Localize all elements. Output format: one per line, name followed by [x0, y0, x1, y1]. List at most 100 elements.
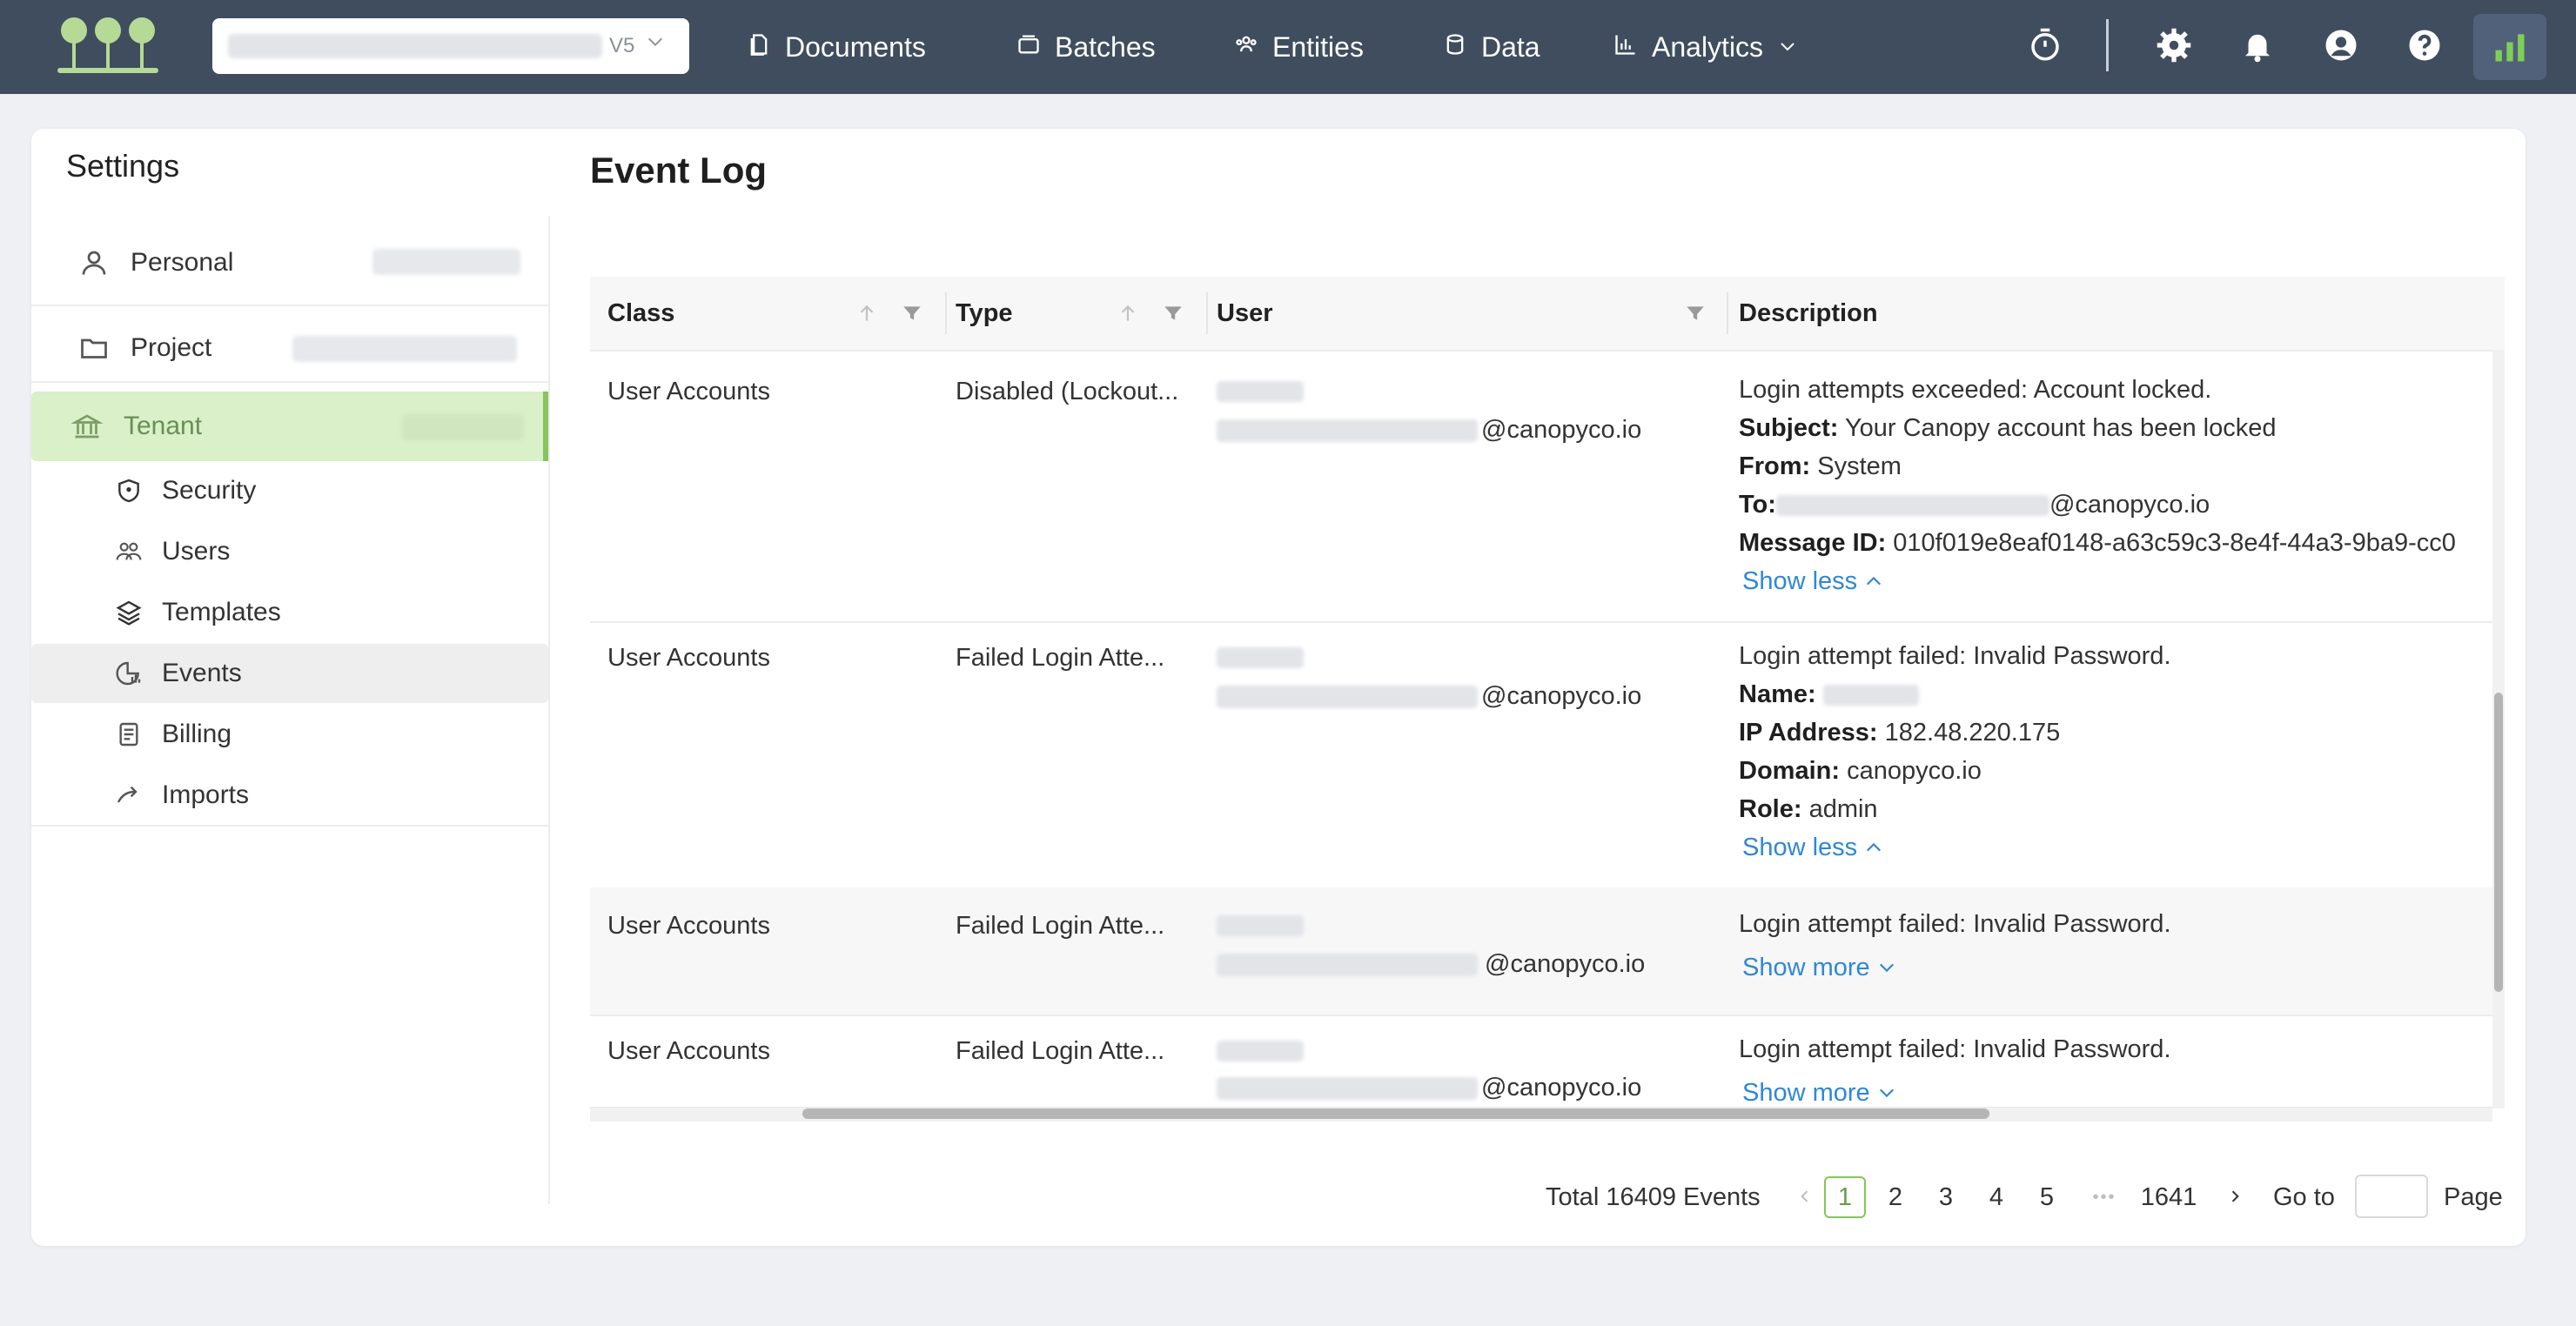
- column-header-user[interactable]: User: [1217, 277, 1273, 350]
- page-4-button[interactable]: 4: [1976, 1176, 2017, 1218]
- cell-description: Login attempts exceeded: Account locked.…: [1739, 371, 2456, 600]
- user-name-redacted: [1217, 381, 1304, 402]
- detail-from: From: System: [1739, 452, 1902, 480]
- table-row[interactable]: User Accounts Failed Login Atte... @cano…: [590, 621, 2492, 889]
- show-more-link[interactable]: Show more: [1739, 948, 2171, 987]
- detail-ip-address: IP Address: 182.48.220.175: [1739, 719, 2061, 747]
- divider: [31, 825, 548, 827]
- sort-icon[interactable]: [853, 299, 881, 327]
- layers-icon: [113, 597, 144, 628]
- sidebar-item-billing[interactable]: Billing: [31, 705, 548, 764]
- sidebar-item-label: Project: [131, 333, 212, 362]
- sidebar-item-label: Events: [162, 659, 242, 687]
- nav-batches-label: Batches: [1055, 30, 1156, 63]
- nav-data[interactable]: Data: [1443, 24, 1540, 70]
- cell-user-email: @canopyco.io: [1481, 416, 1642, 444]
- table-row[interactable]: User Accounts Failed Login Atte... @cano…: [590, 887, 2492, 1016]
- nav-documents[interactable]: Documents: [747, 24, 926, 70]
- cell-description: Login attempt failed: Invalid Password. …: [1739, 637, 2171, 867]
- stats-button[interactable]: [2473, 14, 2546, 80]
- cell-class: User Accounts: [607, 1037, 770, 1065]
- user-name-redacted: [1217, 915, 1304, 936]
- vertical-scrollbar-thumb[interactable]: [2494, 693, 2503, 992]
- user-email-redacted: [1217, 954, 1478, 976]
- sort-icon[interactable]: [1114, 299, 1142, 327]
- nav-batches[interactable]: Batches: [1016, 24, 1156, 70]
- redacted-value: [292, 336, 517, 362]
- column-header-type[interactable]: Type: [956, 277, 1013, 350]
- user-name-redacted: [1217, 1041, 1304, 1061]
- horizontal-scrollbar-thumb[interactable]: [802, 1108, 1989, 1119]
- shield-icon: [113, 475, 144, 506]
- sidebar-item-security[interactable]: Security: [31, 461, 548, 520]
- prev-page-button[interactable]: [1784, 1176, 1826, 1218]
- nav-entities-label: Entities: [1272, 30, 1364, 63]
- project-selector[interactable]: V5: [212, 18, 689, 74]
- chevron-down-icon: [1877, 954, 1896, 981]
- receipt-icon: [113, 719, 144, 750]
- user-email-redacted: [1217, 686, 1478, 708]
- sidebar-item-users[interactable]: Users: [31, 522, 548, 581]
- page-last-button[interactable]: 1641: [2141, 1176, 2197, 1218]
- project-version: V5: [609, 34, 635, 57]
- page-5-button[interactable]: 5: [2026, 1176, 2068, 1218]
- page-2-button[interactable]: 2: [1875, 1176, 1916, 1218]
- filter-icon[interactable]: [1159, 299, 1187, 327]
- chevron-left-icon: [1796, 1183, 1814, 1212]
- next-page-button[interactable]: [2214, 1176, 2256, 1218]
- nav-entities[interactable]: Entities: [1234, 24, 1364, 70]
- show-less-link[interactable]: Show less: [1739, 828, 2171, 867]
- sidebar-item-events[interactable]: Events: [31, 644, 548, 703]
- table-row[interactable]: User Accounts Failed Login Atte... @cano…: [590, 1015, 2492, 1107]
- help-icon: [2406, 27, 2443, 68]
- top-bar: V5 Documents Batches Entities Data Analy…: [0, 0, 2576, 94]
- user-circle-icon: [2323, 27, 2359, 68]
- page-1-button[interactable]: 1: [1824, 1176, 1866, 1218]
- notifications-button[interactable]: [2237, 26, 2278, 68]
- redacted-value: [372, 249, 520, 275]
- chevron-up-icon: [1864, 567, 1883, 595]
- history-button[interactable]: [2024, 26, 2066, 68]
- help-button[interactable]: [2404, 26, 2445, 68]
- redacted-value: [402, 414, 524, 440]
- table-row[interactable]: User Accounts Disabled (Lockout... @cano…: [590, 352, 2492, 623]
- cell-class: User Accounts: [607, 644, 770, 672]
- pagination-ellipsis[interactable]: •••: [2083, 1176, 2125, 1218]
- settings-button[interactable]: [2153, 26, 2195, 68]
- import-icon: [113, 780, 144, 811]
- divider: [31, 381, 548, 383]
- column-header-description[interactable]: Description: [1739, 277, 1878, 350]
- sidebar-item-label: Security: [162, 476, 257, 505]
- nav-analytics[interactable]: Analytics: [1613, 24, 1798, 70]
- app-logo[interactable]: [57, 17, 158, 73]
- sidebar-item-label: Tenant: [124, 412, 203, 440]
- column-header-class[interactable]: Class: [607, 277, 674, 350]
- cell-type: Disabled (Lockout...: [956, 378, 1179, 405]
- column-separator: [1727, 292, 1728, 334]
- filter-icon[interactable]: [1681, 299, 1709, 327]
- timer-icon: [2027, 27, 2063, 68]
- filter-icon[interactable]: [898, 299, 926, 327]
- data-icon: [1443, 31, 1467, 64]
- folder-icon: [77, 331, 111, 365]
- cell-type: Failed Login Atte...: [956, 1037, 1165, 1065]
- sidebar-divider: [548, 216, 550, 1204]
- analytics-icon: [1613, 31, 1638, 64]
- description-line: Login attempts exceeded: Account locked.: [1739, 376, 2212, 404]
- description-line: Login attempt failed: Invalid Password.: [1739, 1035, 2171, 1063]
- show-more-link[interactable]: Show more: [1739, 1074, 2171, 1107]
- show-less-link[interactable]: Show less: [1739, 562, 2456, 600]
- user-name-redacted: [1217, 647, 1304, 668]
- sidebar-item-templates[interactable]: Templates: [31, 583, 548, 642]
- goto-label: Go to: [2273, 1182, 2335, 1211]
- cell-class: User Accounts: [607, 378, 770, 405]
- sidebar-item-label: Templates: [162, 598, 281, 626]
- cell-description: Login attempt failed: Invalid Password. …: [1739, 1030, 2171, 1107]
- sidebar-item-imports[interactable]: Imports: [31, 766, 548, 825]
- nav-documents-label: Documents: [785, 30, 926, 63]
- account-button[interactable]: [2320, 26, 2362, 68]
- page-3-button[interactable]: 3: [1925, 1176, 1967, 1218]
- chevron-right-icon: [2226, 1183, 2244, 1212]
- detail-role: Role: admin: [1739, 795, 1878, 823]
- goto-page-input[interactable]: [2355, 1175, 2428, 1218]
